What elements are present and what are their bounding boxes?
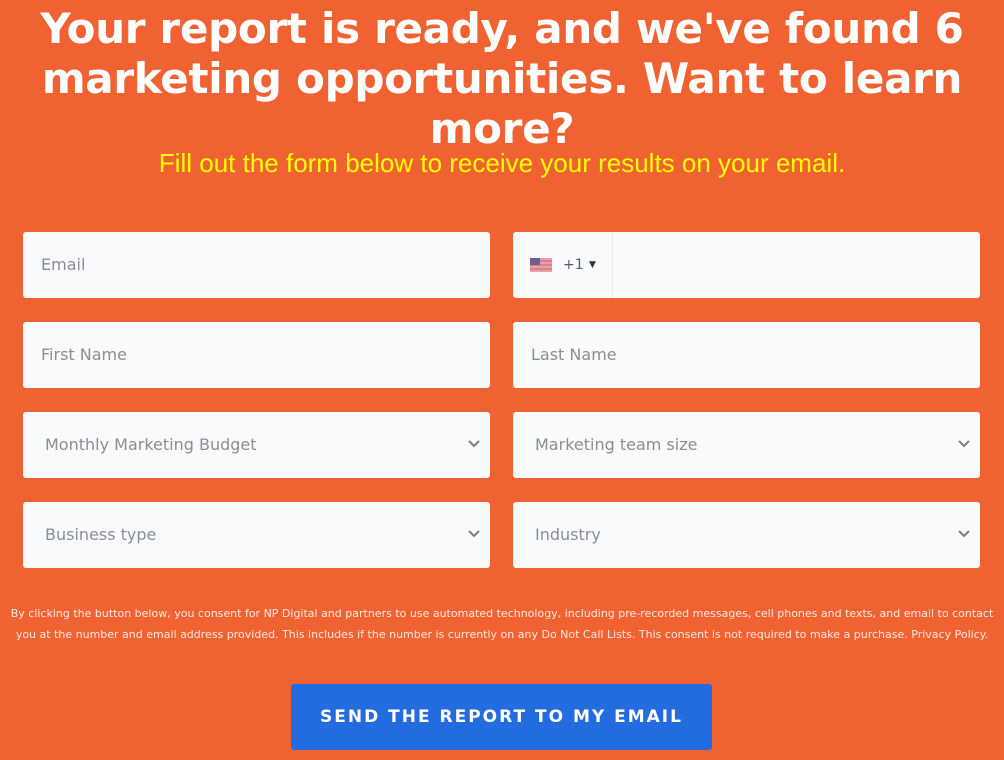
chevron-down-icon <box>468 502 482 568</box>
chevron-down-icon <box>958 412 972 478</box>
us-flag-icon <box>530 258 552 272</box>
team-size-select[interactable]: Marketing team size <box>513 412 980 478</box>
caret-down-icon: ▼ <box>589 260 596 270</box>
send-report-button[interactable]: SEND THE REPORT TO MY EMAIL <box>291 684 712 750</box>
email-field[interactable]: Email <box>23 232 490 298</box>
page-subtitle: Fill out the form below to receive your … <box>158 148 846 178</box>
chevron-down-icon <box>958 502 972 568</box>
page-title: Your report is ready, and we've found 6 … <box>0 4 1004 154</box>
phone-field[interactable]: +1 ▼ <box>513 232 980 298</box>
team-size-selected: Marketing team size <box>535 435 698 454</box>
last-name-field[interactable]: Last Name <box>513 322 980 388</box>
budget-selected: Monthly Marketing Budget <box>45 435 257 454</box>
email-placeholder: Email <box>41 255 86 274</box>
chevron-down-icon <box>468 412 482 478</box>
title-line-1: Your report is ready, and we've found 6 <box>40 4 964 53</box>
phone-divider <box>612 232 613 298</box>
business-type-select[interactable]: Business type <box>23 502 490 568</box>
consent-line-2: you at the number and email address prov… <box>15 628 989 641</box>
business-type-selected: Business type <box>45 525 157 544</box>
dial-code: +1 <box>563 257 584 273</box>
last-name-placeholder: Last Name <box>531 345 617 364</box>
consent-text: By clicking the button below, you consen… <box>0 603 1004 645</box>
first-name-placeholder: First Name <box>41 345 127 364</box>
industry-select[interactable]: Industry <box>513 502 980 568</box>
privacy-policy-link[interactable]: Privacy Policy. <box>911 628 988 641</box>
title-line-2: marketing opportunities. Want to learn m… <box>41 54 963 153</box>
consent-line-1: By clicking the button below, you consen… <box>10 607 994 620</box>
first-name-field[interactable]: First Name <box>23 322 490 388</box>
budget-select[interactable]: Monthly Marketing Budget <box>23 412 490 478</box>
industry-selected: Industry <box>535 525 601 544</box>
